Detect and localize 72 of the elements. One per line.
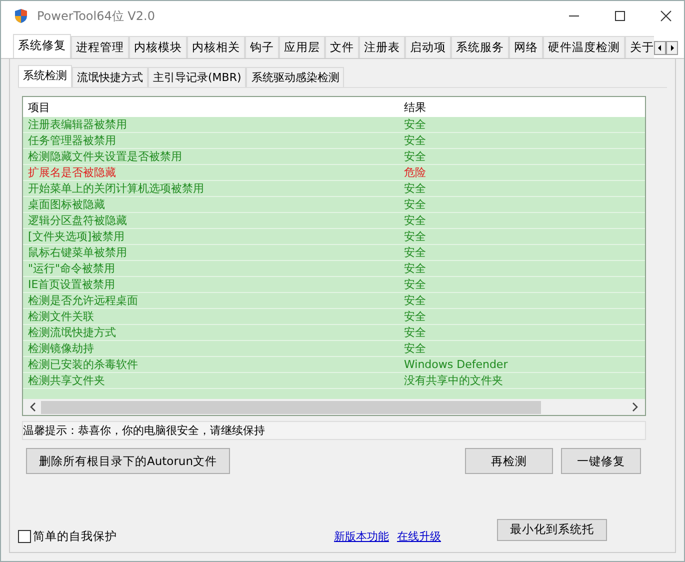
table-cell-text: 安全: [403, 149, 427, 164]
table-cell-text: 安全: [403, 245, 427, 260]
table-cell-text: 检测文件关联: [27, 309, 95, 324]
table-cell-text: 安全: [403, 229, 427, 244]
table-cell-text: 安全: [403, 117, 427, 132]
table-cell-text: 检测是否允许远程桌面: [27, 293, 139, 308]
link[interactable]: 在线升级: [397, 529, 441, 544]
table-cell-text: 鼠标右键菜单被禁用: [27, 245, 128, 260]
delete-autorun-button[interactable]: 删除所有根目录下的Autorun文件: [26, 448, 230, 474]
column-header[interactable]: 项目: [23, 100, 398, 114]
tab[interactable]: 系统检测: [18, 65, 72, 87]
table-cell-text: IE首页设置被禁用: [27, 277, 116, 292]
table-cell-text: 检测流氓快捷方式: [27, 325, 117, 340]
table-cell-text: [文件夹选项]被禁用: [27, 229, 126, 244]
tab[interactable]: 关于: [625, 36, 654, 58]
table-cell-text: 安全: [403, 213, 427, 228]
close-icon[interactable]: [660, 10, 672, 22]
checkbox[interactable]: [18, 530, 31, 543]
table-cell-text: 安全: [403, 133, 427, 148]
tab[interactable]: 钩子: [245, 36, 279, 58]
checkbox-label: 简单的自我保护: [33, 529, 117, 544]
tab[interactable]: 流氓快捷方式: [72, 67, 148, 87]
column-header[interactable]: 结果: [398, 100, 645, 114]
table-cell-text: 任务管理器被禁用: [27, 133, 117, 148]
table-cell-text: 检测隐藏文件夹设置是否被禁用: [27, 149, 183, 164]
minimize-to-tray-button[interactable]: 最小化到系统托: [497, 518, 607, 540]
shield-icon: [13, 8, 29, 24]
table-cell-text: 安全: [403, 277, 427, 292]
table-cell-text: 检测镜像劫持: [27, 341, 95, 356]
tip-text: 温馨提示：恭喜你，你的电脑很安全，请继续保持: [22, 421, 646, 440]
table-cell-text: 逻辑分区盘符被隐藏: [27, 213, 128, 228]
tab[interactable]: 硬件温度检测: [543, 36, 625, 58]
scroll-right-icon[interactable]: [666, 41, 678, 55]
table-cell-text: 注册表编辑器被禁用: [27, 117, 128, 132]
table-cell-text: 安全: [403, 197, 427, 212]
table-cell-text: 安全: [403, 261, 427, 276]
window-title: PowerTool64位 V2.0: [37, 8, 155, 24]
table-cell-text: "运行"命令被禁用: [27, 261, 116, 276]
tab[interactable]: 系统服务: [451, 36, 509, 58]
table-cell-text: 桌面图标被隐藏: [27, 197, 106, 212]
scrollbar-thumb[interactable]: [41, 400, 541, 414]
table-cell-text: 检测共享文件夹: [27, 373, 106, 388]
tab[interactable]: 应用层: [279, 36, 325, 58]
table-cell-text: 安全: [403, 341, 427, 356]
tab[interactable]: 进程管理: [71, 36, 129, 58]
horizontal-scrollbar[interactable]: [23, 399, 645, 415]
table-cell-text: 扩展名是否被隐藏: [27, 165, 117, 180]
table-cell-text: 安全: [403, 181, 427, 196]
table-cell-text: 开始菜单上的关闭计算机选项被禁用: [27, 181, 205, 196]
tab[interactable]: 内核相关: [187, 36, 245, 58]
tab[interactable]: 文件: [325, 36, 359, 58]
tab[interactable]: 启动项: [405, 36, 451, 58]
tab[interactable]: 系统驱动感染检测: [246, 67, 344, 87]
table-cell-text: 安全: [403, 325, 427, 340]
tab[interactable]: 系统修复: [13, 34, 71, 58]
table-cell-text: 安全: [403, 309, 427, 324]
link[interactable]: 新版本功能: [334, 529, 389, 544]
scroll-right-icon[interactable]: [631, 402, 639, 412]
table-cell-text: Windows Defender: [403, 358, 509, 371]
maximize-icon[interactable]: [614, 10, 626, 22]
tab[interactable]: 内核模块: [129, 36, 187, 58]
tab[interactable]: 网络: [509, 36, 543, 58]
tab[interactable]: 主引导记录(MBR): [148, 67, 246, 87]
scroll-left-icon[interactable]: [29, 402, 37, 412]
table-cell-text: 检测已安装的杀毒软件: [27, 357, 139, 372]
scroll-left-icon[interactable]: [654, 41, 666, 55]
recheck-button[interactable]: 再检测: [465, 448, 553, 474]
fix-button[interactable]: 一键修复: [561, 448, 641, 474]
table-cell-text: 危险: [403, 165, 427, 180]
tab[interactable]: 注册表: [359, 36, 405, 58]
table-cell-text: 安全: [403, 293, 427, 308]
table-cell-text: 没有共享中的文件夹: [403, 373, 504, 388]
